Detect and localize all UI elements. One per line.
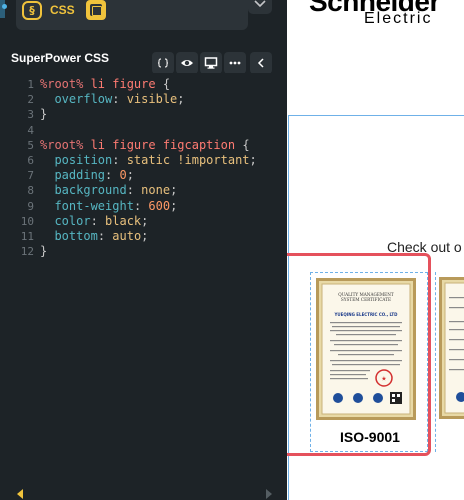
code-token: padding [54, 168, 106, 183]
editor-topbar: § CSS [0, 0, 287, 34]
code-token: visible [126, 92, 178, 107]
braces-button[interactable] [152, 52, 174, 74]
code-token: 0 [119, 168, 127, 183]
code-token: bottom [54, 229, 98, 243]
code-token: li figure [83, 77, 163, 91]
code-text: position: static !important; [40, 153, 257, 168]
line-number: 1 [27, 78, 34, 91]
line-number: 4 [27, 123, 34, 137]
line-number: 8 [27, 184, 34, 198]
line-number: 7 [27, 169, 34, 183]
preview-toggle-button[interactable] [176, 52, 198, 74]
code-token: static !important [126, 153, 250, 167]
code-token: ; [249, 153, 257, 167]
line-number: 3 [27, 108, 34, 122]
device-view-button[interactable] [200, 52, 222, 74]
code-token: : [97, 229, 113, 243]
live-preview: Schneider Electric Check out o QUALITY M… [287, 0, 464, 500]
line-number: 6 [27, 154, 34, 167]
code-token: : [133, 198, 149, 213]
code-token: } [40, 107, 48, 122]
sidebar-marker [0, 0, 5, 18]
more-options-button[interactable] [224, 52, 246, 74]
code-editor[interactable]: 1 %root% li figure {2 overflow: visible; 3… [0, 73, 287, 483]
css-file-icon: § [22, 1, 42, 20]
code-token: background [54, 183, 127, 198]
code-token: color [54, 213, 91, 228]
layout-square-icon[interactable] [86, 0, 106, 20]
panel-title: SuperPower CSS [11, 51, 110, 65]
code-token: : [105, 168, 120, 183]
code-token: ; [170, 183, 178, 198]
annotation-highlight-box [287, 253, 431, 456]
code-token: position [54, 153, 113, 167]
collapse-panel-button[interactable] [250, 52, 272, 74]
code-token: : [126, 183, 142, 198]
code-token: ; [126, 168, 134, 183]
code-token: ; [141, 229, 149, 243]
chevron-down-icon [254, 0, 266, 8]
code-text: color: black; [40, 214, 148, 229]
code-token: ; [141, 213, 149, 228]
code-token: : [112, 153, 127, 167]
code-token: ; [177, 92, 185, 107]
eye-icon [181, 60, 193, 66]
chevron-left-icon [257, 58, 264, 68]
code-token: none [141, 183, 171, 198]
code-text: } [40, 107, 47, 122]
code-text: padding: 0; [40, 168, 134, 183]
line-number: 11 [20, 230, 34, 243]
code-text: } [40, 244, 47, 259]
code-token: %root% [40, 137, 84, 152]
code-token: } [40, 244, 48, 259]
code-token: : [90, 213, 106, 228]
logo-sub-text: Electric [364, 10, 433, 27]
code-text: overflow: visible; [40, 92, 185, 107]
ellipsis-icon [229, 61, 241, 65]
code-token: { [162, 77, 171, 91]
horizontal-scrollbar[interactable] [0, 483, 287, 500]
code-token: black [105, 213, 142, 228]
line-number: 2 [27, 93, 34, 107]
tab-css[interactable]: § CSS [16, 0, 248, 30]
tab-css-label: CSS [50, 3, 75, 17]
monitor-icon [204, 57, 218, 69]
code-token: ; [170, 198, 178, 213]
code-text: font-weight: 600; [40, 199, 177, 214]
code-token: { [242, 137, 250, 152]
code-token: li figure figcaption [83, 137, 243, 152]
certificate-figure-2[interactable] [435, 272, 464, 452]
code-token: overflow [54, 92, 113, 107]
line-number: 12 [20, 245, 34, 259]
scroll-right-icon[interactable] [266, 489, 272, 499]
status-dot [2, 4, 7, 9]
tab-dropdown-button[interactable] [248, 0, 272, 14]
line-number: 10 [20, 214, 34, 228]
code-text: %root% li figure { [40, 77, 170, 92]
certificate-image-2 [439, 277, 464, 419]
code-text: %root% li figure figcaption { [40, 138, 250, 153]
line-number: 5 [27, 138, 34, 152]
braces-icon [157, 58, 169, 68]
code-token: : [112, 92, 127, 107]
code-text: background: none; [40, 183, 177, 198]
scroll-left-icon[interactable] [17, 489, 23, 499]
code-token: %root% [40, 77, 84, 91]
code-token: font-weight [54, 198, 134, 213]
line-number: 9 [27, 199, 34, 213]
code-token: auto [112, 229, 142, 243]
schneider-logo: Schneider Electric [309, 0, 464, 30]
code-token: 600 [148, 198, 171, 213]
css-editor-panel: § CSS SuperPower CSS 1 %root% li figure … [0, 0, 287, 500]
code-text: bottom: auto; [40, 229, 148, 244]
